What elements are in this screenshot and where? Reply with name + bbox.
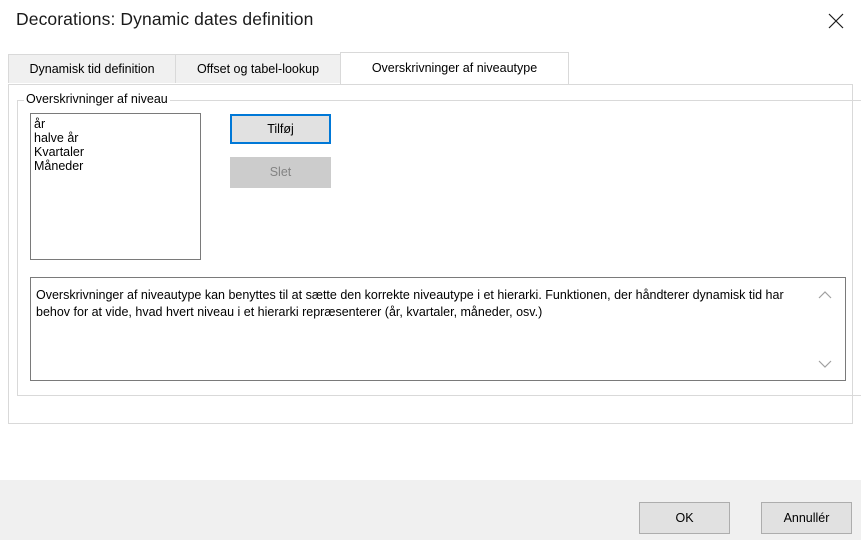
groupbox-legend: Overskrivninger af niveau [24, 92, 170, 106]
scroll-up-button[interactable] [817, 289, 833, 301]
window-title: Decorations: Dynamic dates definition [16, 9, 314, 29]
scroll-down-button[interactable] [817, 358, 833, 370]
cancel-button[interactable]: Annullér [761, 502, 852, 534]
description-textbox[interactable]: Overskrivninger af niveautype kan benytt… [30, 277, 846, 381]
level-item-kvartaler[interactable]: Kvartaler [34, 145, 197, 159]
delete-button: Slet [230, 157, 331, 188]
close-icon [828, 13, 844, 29]
level-item-maaneder[interactable]: Måneder [34, 159, 197, 173]
tab-overskrivninger-af-niveautype[interactable]: Overskrivninger af niveautype [340, 52, 569, 84]
level-item-aar[interactable]: år [34, 117, 197, 131]
ok-button[interactable]: OK [639, 502, 730, 534]
tab-dynamisk-tid-definition[interactable]: Dynamisk tid definition [8, 54, 176, 83]
tab-offset-og-tabel-lookup[interactable]: Offset og tabel-lookup [175, 54, 341, 83]
dialog-footer [0, 480, 861, 540]
chevron-up-icon [818, 291, 832, 299]
chevron-down-icon [818, 360, 832, 368]
description-text: Overskrivninger af niveautype kan benytt… [36, 288, 784, 319]
level-list[interactable]: år halve år Kvartaler Måneder [30, 113, 201, 260]
title-bar: Decorations: Dynamic dates definition [0, 0, 861, 44]
level-item-halve-aar[interactable]: halve år [34, 131, 197, 145]
add-button[interactable]: Tilføj [230, 114, 331, 144]
close-button[interactable] [819, 6, 853, 36]
